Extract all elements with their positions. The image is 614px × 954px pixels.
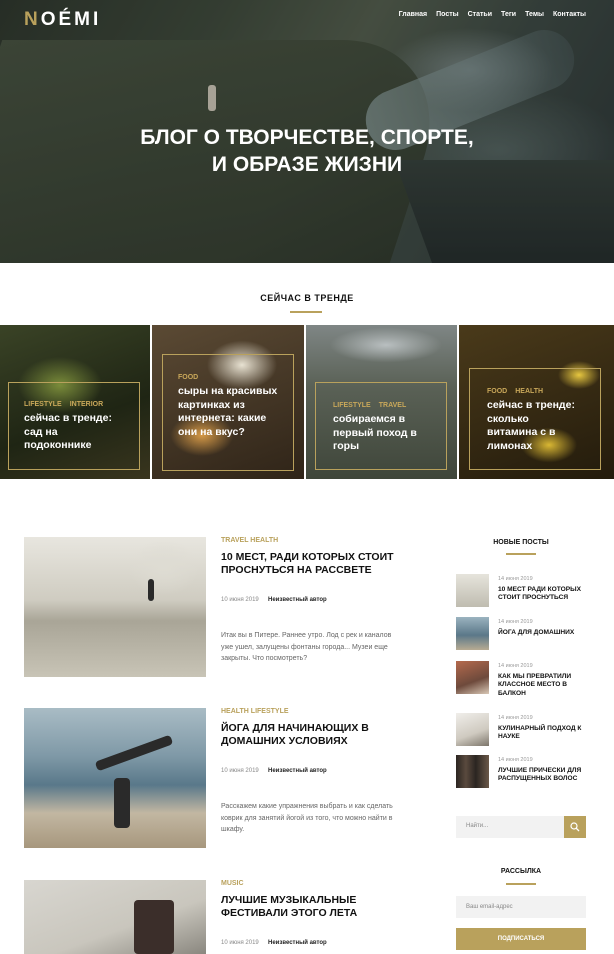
post-item: Health Lifestyle Йога для начинающих в д… (24, 708, 424, 848)
search-box: Найти... (456, 816, 586, 838)
tag[interactable]: Food (487, 388, 507, 395)
post-item: Travel Health 10 мест, ради которых стои… (24, 537, 424, 677)
trend-card-title[interactable]: сыры на красивых картинках из интернета:… (178, 385, 278, 439)
new-post-thumb (456, 574, 489, 607)
site-logo[interactable]: NOÉMI (24, 9, 101, 31)
newsletter-title: Рассылка (500, 868, 542, 875)
post-title[interactable]: 10 мест, ради которых стоит проснуться н… (221, 551, 411, 576)
hero-title: Блог о творчестве, спорте, и образе жизн… (0, 124, 614, 178)
new-post-thumb (456, 755, 489, 788)
new-post-thumb (456, 661, 489, 694)
post-item: Music Лучшие музыкальные фестивали этого… (24, 880, 424, 954)
post-date: 10 июня 2019 (221, 768, 259, 774)
nav-contacts[interactable]: Контакты (553, 11, 586, 18)
tag[interactable]: Interior (70, 401, 103, 408)
new-post-item[interactable]: 14 июня 2019 Лучшие прически для распуще… (456, 755, 586, 791)
email-field[interactable]: Ваш email-адрес (456, 896, 586, 918)
trend-card[interactable]: Food Health сейчас в тренде: сколько вит… (459, 325, 614, 479)
post-author[interactable]: Неизвестный автор (268, 597, 327, 603)
search-button[interactable] (564, 816, 586, 838)
tag[interactable]: Health (515, 388, 543, 395)
new-post-date: 14 июня 2019 (498, 619, 533, 625)
new-posts-divider (506, 553, 536, 555)
trend-card-title[interactable]: сейчас в тренде: сколько витамина с в ли… (487, 399, 579, 453)
new-post-thumb (456, 713, 489, 746)
post-category[interactable]: Health Lifestyle (221, 708, 289, 715)
post-excerpt: Итак вы в Питере. Раннее утро. Лод с рек… (221, 632, 392, 662)
tag[interactable]: Lifestyle (24, 401, 62, 408)
nav-articles[interactable]: Статьи (468, 11, 492, 18)
trend-card-title[interactable]: собираемся в первый поход в горы (333, 413, 423, 454)
trend-card[interactable]: Food сыры на красивых картинках из интер… (152, 325, 304, 479)
logo-rest: OÉMI (40, 9, 102, 30)
post-title[interactable]: Лучшие музыкальные фестивали этого лета (221, 894, 411, 919)
tag[interactable]: Food (178, 374, 198, 381)
post-date: 10 июня 2019 (221, 597, 259, 603)
post-image[interactable] (24, 708, 206, 848)
nav-topics[interactable]: Темы (525, 11, 544, 18)
new-posts-title: Новые посты (493, 539, 549, 546)
new-post-thumb (456, 617, 489, 650)
newsletter-divider (506, 883, 536, 885)
post-category[interactable]: Music (221, 880, 244, 887)
trend-card-tags: Lifestyle Interior (24, 401, 103, 408)
new-post-item[interactable]: 14 июня 2019 10 мест ради которых стоит … (456, 574, 586, 610)
tag[interactable]: Lifestyle (333, 402, 371, 409)
post-image[interactable] (24, 537, 206, 677)
trending-divider (290, 311, 322, 313)
post-title[interactable]: Йога для начинающих в домашних условиях (221, 722, 411, 747)
post-image-figure (148, 579, 154, 601)
new-post-date: 14 июня 2019 (498, 663, 533, 669)
search-icon (570, 822, 580, 832)
new-post-title[interactable]: Йога для домашних (498, 629, 588, 637)
email-placeholder: Ваш email-адрес (466, 904, 513, 910)
new-post-item[interactable]: 14 июня 2019 Йога для домашних (456, 617, 586, 653)
trend-card[interactable]: Lifestyle Travel собираемся в первый пох… (306, 325, 457, 479)
trend-card[interactable]: Lifestyle Interior сейчас в тренде: сад … (0, 325, 150, 479)
trend-card-tags: Food (178, 374, 198, 381)
main-nav: Главная Посты Статьи Теги Темы Контакты (399, 11, 586, 18)
trend-card-title[interactable]: сейчас в тренде: сад на подоконнике (24, 412, 114, 453)
trending-row: Lifestyle Interior сейчас в тренде: сад … (0, 325, 614, 479)
post-image-figure (134, 900, 174, 954)
post-author[interactable]: Неизвестный автор (268, 940, 327, 946)
hero-banner: NOÉMI Главная Посты Статьи Теги Темы Кон… (0, 0, 614, 263)
hero-title-line2: и образе жизни (211, 153, 403, 176)
nav-posts[interactable]: Посты (436, 11, 459, 18)
post-date: 10 июня 2019 (221, 940, 259, 946)
new-post-date: 14 июня 2019 (498, 715, 533, 721)
post-image-figure (114, 778, 130, 828)
new-post-item[interactable]: 14 июня 2019 Кулинарный подход к науке (456, 713, 586, 749)
new-post-title[interactable]: 10 мест ради которых стоит проснуться (498, 586, 588, 603)
search-input[interactable]: Найти... (466, 823, 488, 829)
post-category[interactable]: Travel Health (221, 537, 278, 544)
new-post-item[interactable]: 14 июня 2019 Как мы превратили классное … (456, 661, 586, 697)
subscribe-button[interactable]: Подписаться (456, 928, 586, 950)
new-post-title[interactable]: Как мы превратили классное место в балко… (498, 673, 588, 698)
trending-title: Сейчас в тренде (260, 293, 354, 303)
post-image-figure (94, 734, 174, 772)
trend-card-tags: Lifestyle Travel (333, 402, 406, 409)
new-post-title[interactable]: Кулинарный подход к науке (498, 725, 588, 742)
nav-tags[interactable]: Теги (501, 11, 516, 18)
post-image[interactable] (24, 880, 206, 954)
new-post-title[interactable]: Лучшие прически для распущенных волос (498, 767, 588, 784)
tag[interactable]: Travel (379, 402, 406, 409)
post-excerpt: Расскажем какие упражнения выбрать и как… (221, 803, 393, 833)
new-post-date: 14 июня 2019 (498, 757, 533, 763)
post-author[interactable]: Неизвестный автор (268, 768, 327, 774)
trend-card-tags: Food Health (487, 388, 543, 395)
hero-title-line1: Блог о творчестве, спорте, (140, 126, 474, 149)
new-post-date: 14 июня 2019 (498, 576, 533, 582)
nav-home[interactable]: Главная (399, 11, 427, 18)
logo-initial: N (24, 9, 41, 30)
